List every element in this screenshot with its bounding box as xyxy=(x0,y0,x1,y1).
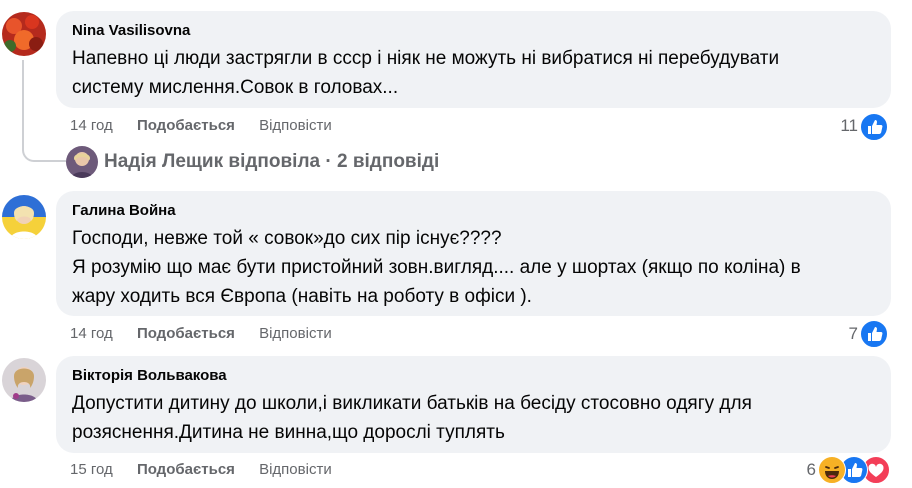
comment-author[interactable]: Вікторія Вольвакова xyxy=(72,366,875,385)
like-icon[interactable] xyxy=(860,320,888,348)
like-icon[interactable] xyxy=(860,113,888,141)
comment-bubble: Nina Vasilisovna Напевно ці люди застряг… xyxy=(56,11,891,108)
comment-text: Господи, невже той « совок»до сих пір іс… xyxy=(72,224,875,311)
reaction-count[interactable]: 6 xyxy=(796,460,816,480)
reply-button[interactable]: Відповісти xyxy=(259,461,332,478)
comment-line: жару ходить вся Європа (навіть на роботу… xyxy=(72,286,532,307)
comment-line: Я розумію що має бути пристойний зовн.ви… xyxy=(72,257,801,278)
avatar[interactable] xyxy=(2,12,46,56)
comment-author[interactable]: Nina Vasilisovna xyxy=(72,21,875,40)
comment-text: Напевно ці люди застрягли в ссср і ніяк … xyxy=(72,44,875,102)
avatar[interactable] xyxy=(2,358,46,402)
avatar[interactable] xyxy=(2,195,46,239)
comment-meta: 14 год Подобається Відповісти xyxy=(70,117,352,134)
timestamp[interactable]: 14 год xyxy=(70,117,113,134)
timestamp[interactable]: 14 год xyxy=(70,325,113,342)
reaction-count[interactable]: 11 xyxy=(836,116,858,136)
comment-meta: 15 год Подобається Відповісти xyxy=(70,461,352,478)
like-button[interactable]: Подобається xyxy=(137,117,235,134)
comment-line: розяснення.Дитина не винна,що дорослі ту… xyxy=(72,422,505,443)
comment-line: Господи, невже той « совок»до сих пір іс… xyxy=(72,228,502,249)
reply-button[interactable]: Відповісти xyxy=(259,325,332,342)
like-button[interactable]: Подобається xyxy=(137,461,235,478)
reply-summary[interactable]: Надія Лещик відповіла · 2 відповіді xyxy=(104,151,439,173)
comment-line: Допустити дитину до школи,і викликати ба… xyxy=(72,393,752,414)
haha-icon[interactable] xyxy=(818,456,846,484)
comment-bubble: Галина Война Господи, невже той « совок»… xyxy=(56,191,891,316)
comment-text: Допустити дитину до школи,і викликати ба… xyxy=(72,389,875,447)
view-replies[interactable]: Надія Лещик відповіла · 2 відповіді xyxy=(66,146,439,178)
comment-meta: 14 год Подобається Відповісти xyxy=(70,325,352,342)
comment-line: систему мислення.Совок в головах... xyxy=(72,77,399,98)
reply-avatar xyxy=(66,146,98,178)
reply-button[interactable]: Відповісти xyxy=(259,117,332,134)
timestamp[interactable]: 15 год xyxy=(70,461,113,478)
comment-bubble: Вікторія Вольвакова Допустити дитину до … xyxy=(56,356,891,453)
comment-line: Напевно ці люди застрягли в ссср і ніяк … xyxy=(72,48,780,69)
like-button[interactable]: Подобається xyxy=(137,325,235,342)
thread-line xyxy=(22,60,66,162)
comment-author[interactable]: Галина Война xyxy=(72,201,875,220)
reaction-count[interactable]: 7 xyxy=(836,324,858,344)
